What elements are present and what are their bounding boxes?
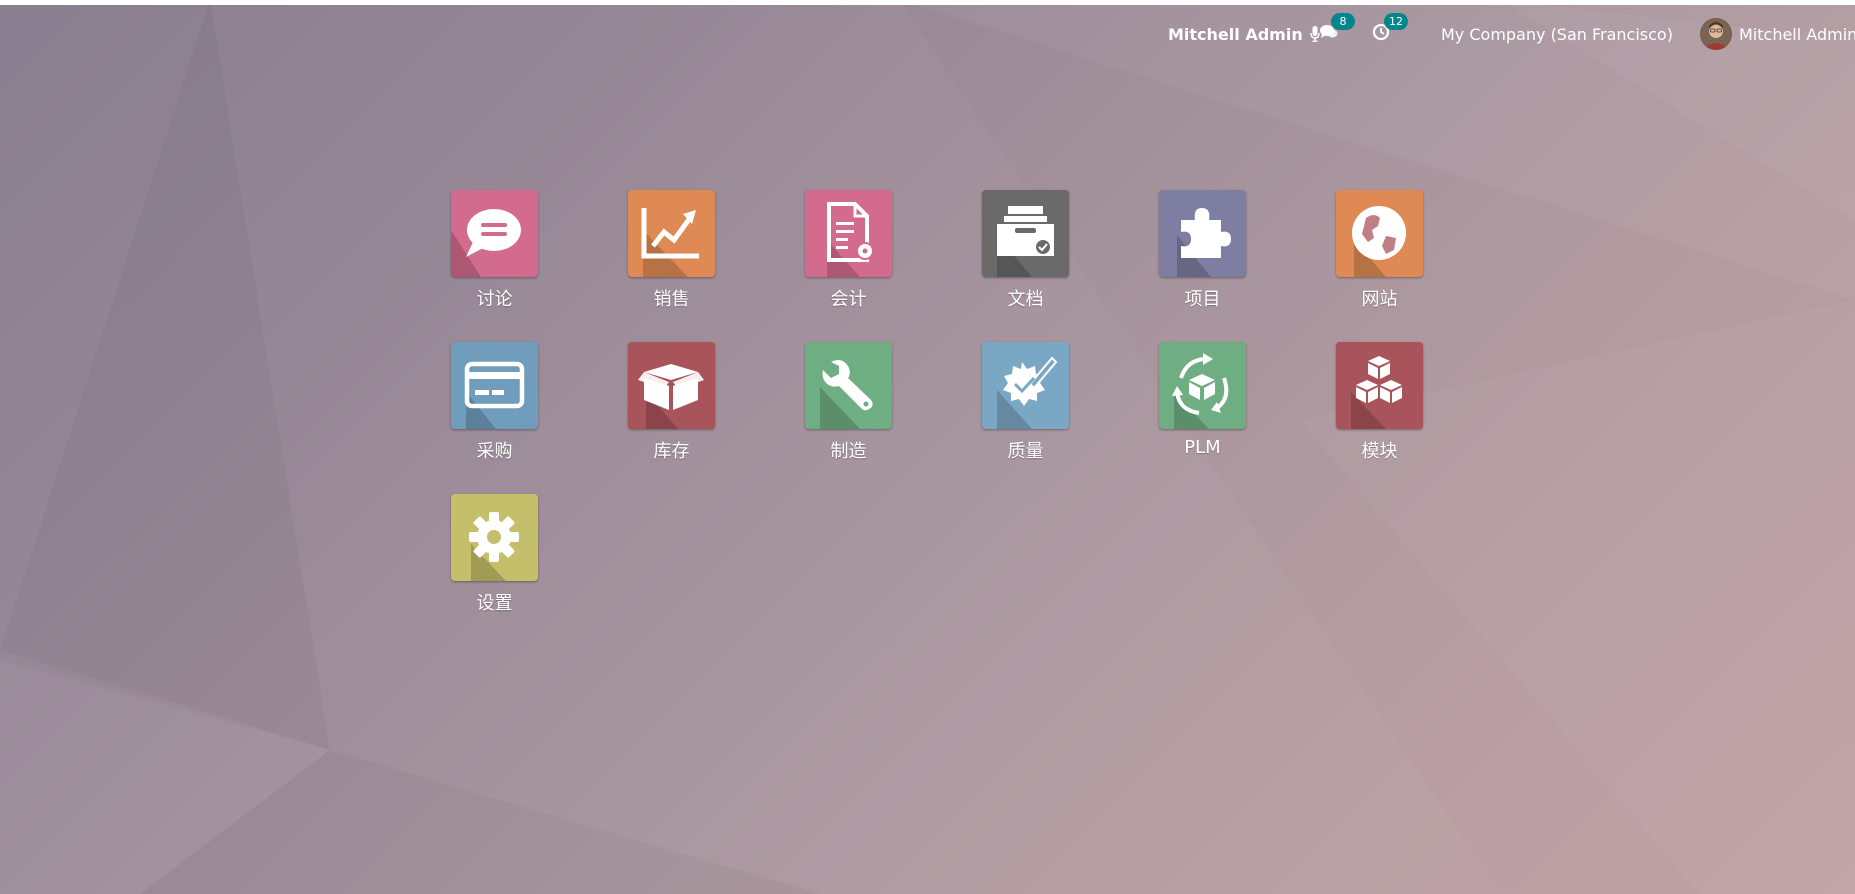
user-name: Mitchell Admin <box>1739 24 1855 44</box>
avatar <box>1700 18 1732 50</box>
app-sales[interactable]: 销售 <box>583 190 760 342</box>
app-label: 网站 <box>1361 289 1398 310</box>
open-box-icon <box>638 364 704 429</box>
company-name: My Company (San Francisco) <box>1441 24 1673 44</box>
company-switcher[interactable]: My Company (San Francisco) <box>1441 5 1673 63</box>
app-label: 讨论 <box>476 289 513 310</box>
app-label: 制造 <box>830 441 867 462</box>
app-label: 库存 <box>653 441 690 462</box>
app-purchase[interactable]: 采购 <box>406 342 583 494</box>
avatar-image-icon <box>1700 18 1732 50</box>
activities-badge: 12 <box>1384 13 1408 30</box>
app-label: 质量 <box>1007 441 1044 462</box>
modules-cubes-icon <box>1351 356 1402 429</box>
messages-badge: 8 <box>1331 13 1355 30</box>
app-tile <box>451 494 538 581</box>
app-plm[interactable]: PLM <box>1114 342 1291 494</box>
app-tile <box>982 342 1069 429</box>
accounting-document-icon <box>827 202 874 277</box>
app-tile <box>628 190 715 277</box>
app-tile <box>1159 342 1246 429</box>
messaging-menu[interactable]: 8 <box>1319 5 1355 63</box>
app-label: 模块 <box>1361 441 1398 462</box>
home-menu: Mitchell Admin 8 12 My Company (San Fran… <box>0 0 1855 894</box>
app-label: 销售 <box>653 289 690 310</box>
apps-grid: 讨论 销售 会计 文档 项目 网站 采购 库存 制造 质量 PLM 模块 设置 <box>406 190 1468 646</box>
app-label: 采购 <box>476 441 513 462</box>
globe-icon <box>1352 206 1406 277</box>
top-navbar: Mitchell Admin 8 12 My Company (San Fran… <box>0 5 1855 63</box>
gear-icon <box>469 512 519 581</box>
app-quality[interactable]: 质量 <box>937 342 1114 494</box>
app-documents[interactable]: 文档 <box>937 190 1114 342</box>
app-tile <box>982 190 1069 277</box>
app-label: PLM <box>1184 437 1221 458</box>
app-tile <box>1336 190 1423 277</box>
puzzle-piece-icon <box>1177 208 1231 277</box>
app-tile <box>805 190 892 277</box>
app-website[interactable]: 网站 <box>1291 190 1468 342</box>
user-menu[interactable]: Mitchell Admin <box>1700 5 1855 63</box>
credit-card-icon <box>464 361 525 429</box>
app-tile <box>805 342 892 429</box>
activities-menu[interactable]: 12 <box>1372 5 1408 63</box>
quality-badge-icon <box>997 356 1058 429</box>
plm-cycle-icon <box>1172 353 1229 429</box>
app-apps-modules[interactable]: 模块 <box>1291 342 1468 494</box>
user-name-strong: Mitchell Admin <box>1168 24 1303 44</box>
app-inventory[interactable]: 库存 <box>583 342 760 494</box>
app-label: 会计 <box>830 289 867 310</box>
app-project[interactable]: 项目 <box>1114 190 1291 342</box>
app-settings[interactable]: 设置 <box>406 494 583 646</box>
voip-user-menu[interactable]: Mitchell Admin <box>1168 5 1320 63</box>
app-manufacturing[interactable]: 制造 <box>760 342 937 494</box>
app-tile <box>451 190 538 277</box>
app-tile <box>1159 190 1246 277</box>
sales-chart-icon <box>641 208 699 277</box>
chat-bubble-icon <box>451 209 521 277</box>
app-tile <box>628 342 715 429</box>
app-discuss[interactable]: 讨论 <box>406 190 583 342</box>
app-label: 项目 <box>1184 289 1221 310</box>
app-accounting[interactable]: 会计 <box>760 190 937 342</box>
app-label: 设置 <box>476 593 513 614</box>
app-tile <box>1336 342 1423 429</box>
document-inbox-icon <box>997 206 1054 277</box>
app-tile <box>451 342 538 429</box>
app-label: 文档 <box>1007 289 1044 310</box>
wrench-icon <box>820 360 873 429</box>
